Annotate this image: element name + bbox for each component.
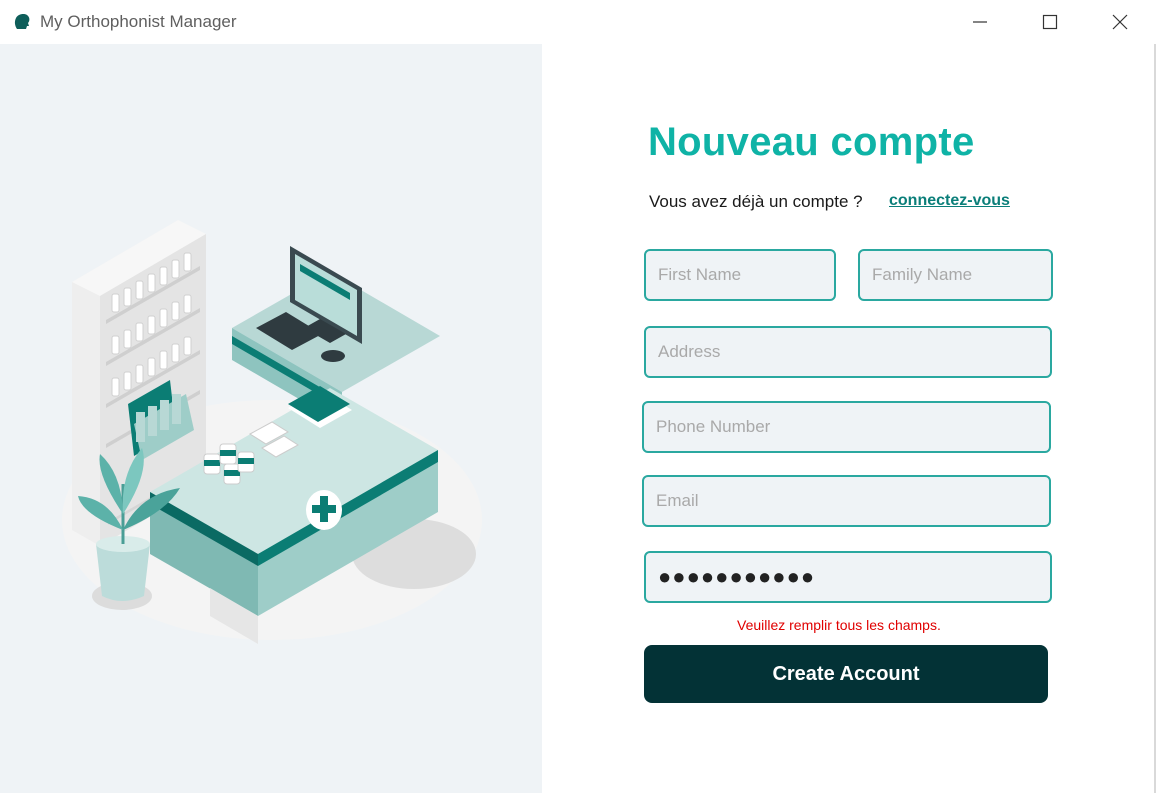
family-name-field[interactable] [858, 249, 1053, 301]
login-link[interactable]: connectez-vous [889, 192, 1010, 210]
first-name-field[interactable] [644, 249, 836, 301]
family-name-input[interactable] [860, 251, 1051, 299]
account-prompt-text: Vous avez déjà un compte ? [649, 192, 863, 211]
minimize-button[interactable] [945, 0, 1015, 44]
close-button[interactable] [1085, 0, 1155, 44]
illustration-panel [0, 44, 542, 793]
phone-field[interactable] [642, 401, 1051, 453]
phone-input[interactable] [644, 403, 1049, 451]
password-input[interactable] [646, 553, 1050, 601]
maximize-button[interactable] [1015, 0, 1085, 44]
pharmacy-counter-illustration [62, 220, 482, 644]
page-title: Nouveau compte [648, 120, 975, 164]
password-field[interactable] [644, 551, 1052, 603]
minimize-icon [973, 21, 987, 23]
head-silhouette-icon [14, 14, 30, 29]
validation-error: Veuillez remplir tous les champs. [737, 617, 941, 633]
window-title: My Orthophonist Manager [40, 12, 237, 31]
create-account-button[interactable]: Create Account [644, 645, 1048, 703]
email-field[interactable] [642, 475, 1051, 527]
first-name-input[interactable] [646, 251, 834, 299]
close-icon [1112, 14, 1128, 30]
maximize-icon [1042, 14, 1058, 30]
address-field[interactable] [644, 326, 1052, 378]
title-bar: My Orthophonist Manager [0, 0, 1156, 44]
email-input[interactable] [644, 477, 1049, 525]
address-input[interactable] [646, 328, 1050, 376]
